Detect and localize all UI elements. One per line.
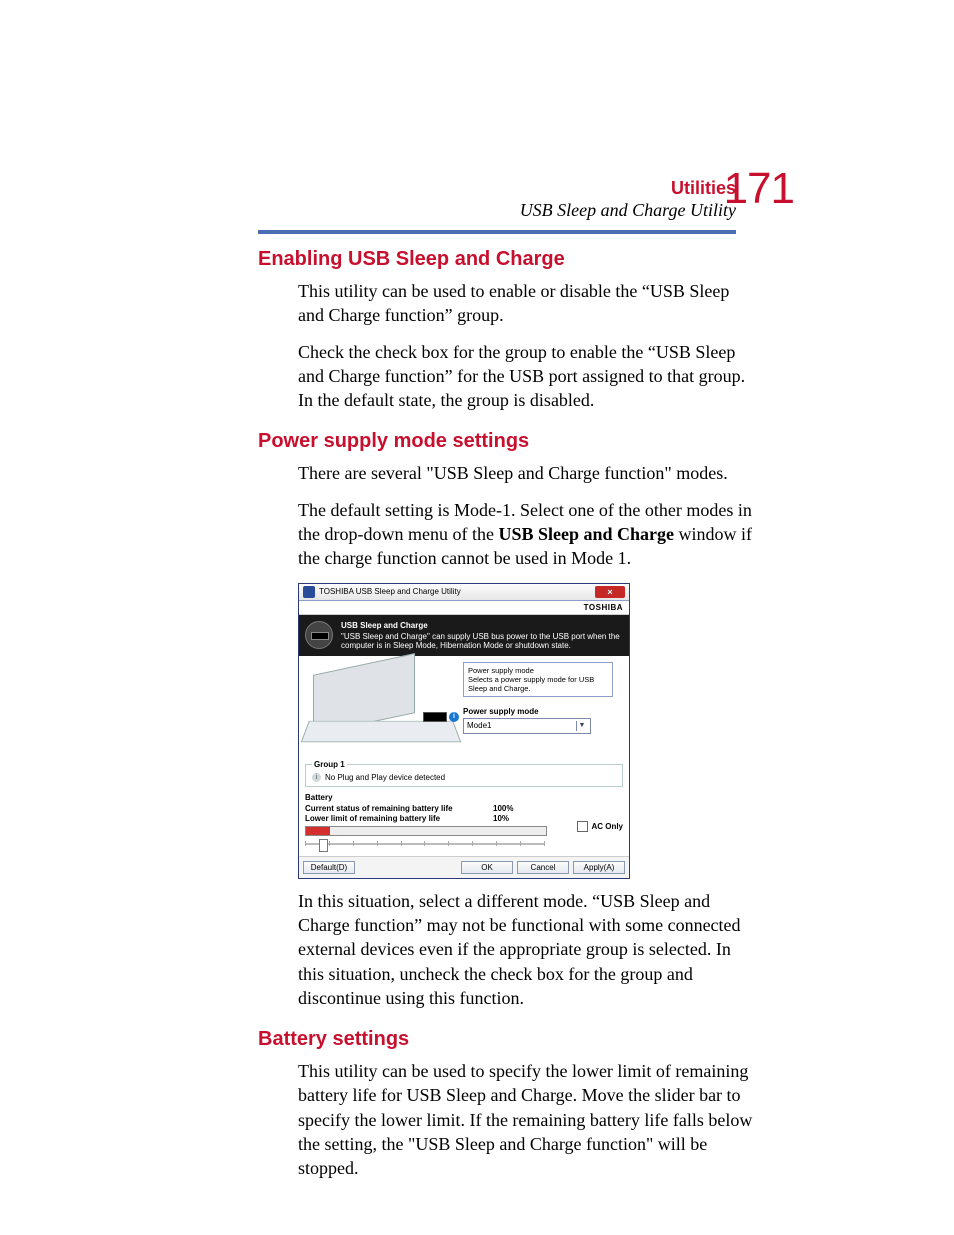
para-s2-after: In this situation, select a different mo…: [298, 889, 754, 1010]
info-icon: i: [449, 712, 459, 722]
chevron-down-icon: ▼: [576, 721, 587, 731]
default-button[interactable]: Default(D): [303, 861, 355, 874]
app-icon: [303, 586, 315, 598]
desc-title: USB Sleep and Charge: [341, 621, 623, 630]
apply-button[interactable]: Apply(A): [573, 861, 625, 874]
brand-label: TOSHIBA: [299, 601, 629, 615]
tooltip-title: Power supply mode: [468, 666, 534, 675]
battery-heading: Battery: [305, 793, 623, 802]
running-header: Utilities USB Sleep and Charge Utility: [520, 178, 736, 221]
para-s2-1: There are several "USB Sleep and Charge …: [298, 461, 754, 485]
kv1-value: 100%: [493, 804, 513, 813]
battery-bar: [305, 826, 547, 836]
info-small-icon: i: [312, 773, 321, 782]
group1-message: No Plug and Play device detected: [325, 773, 445, 782]
utility-window: TOSHIBA USB Sleep and Charge Utility × T…: [298, 583, 630, 879]
kv2-label: Lower limit of remaining battery life: [305, 814, 485, 823]
header-category: Utilities: [520, 178, 736, 200]
checkbox-icon[interactable]: [577, 821, 588, 832]
para-s1-1: This utility can be used to enable or di…: [298, 279, 754, 328]
group1-fieldset: Group 1 i No Plug and Play device detect…: [305, 760, 623, 787]
header-rule: [258, 230, 736, 234]
psm-dropdown[interactable]: Mode1 ▼: [463, 718, 591, 734]
para-s3-1: This utility can be used to specify the …: [298, 1059, 754, 1180]
ok-button[interactable]: OK: [461, 861, 513, 874]
laptop-illustration: i: [305, 662, 455, 752]
heading-psm: Power supply mode settings: [258, 430, 754, 453]
psm-value: Mode1: [467, 721, 491, 730]
group1-legend: Group 1: [312, 760, 347, 769]
heading-enabling: Enabling USB Sleep and Charge: [258, 248, 754, 271]
window-title: TOSHIBA USB Sleep and Charge Utility: [319, 587, 461, 596]
tooltip: Power supply mode Selects a power supply…: [463, 662, 613, 697]
main-panel: i Power supply mode Selects a power supp…: [299, 656, 629, 856]
desc-body: "USB Sleep and Charge" can supply USB bu…: [341, 632, 623, 650]
para-s2-2: The default setting is Mode-1. Select on…: [298, 498, 754, 571]
usb-port-icon: [423, 712, 447, 722]
ac-only-checkbox[interactable]: AC Only: [577, 821, 623, 832]
kv2-value: 10%: [493, 814, 509, 823]
cancel-button[interactable]: Cancel: [517, 861, 569, 874]
close-icon[interactable]: ×: [595, 586, 625, 598]
button-row: Default(D) OK Cancel Apply(A): [299, 856, 629, 878]
window-titlebar[interactable]: TOSHIBA USB Sleep and Charge Utility ×: [299, 584, 629, 601]
header-subtitle: USB Sleep and Charge Utility: [520, 200, 736, 222]
description-band: USB Sleep and Charge "USB Sleep and Char…: [299, 615, 629, 656]
psm-label: Power supply mode: [463, 707, 613, 716]
body-content: Enabling USB Sleep and Charge This utili…: [258, 248, 754, 1181]
heading-battery: Battery settings: [258, 1028, 754, 1051]
battery-slider[interactable]: [305, 838, 545, 850]
para-s1-2: Check the check box for the group to ena…: [298, 340, 754, 413]
slider-thumb[interactable]: [319, 839, 328, 852]
para-s2-2b: USB Sleep and Charge: [498, 524, 674, 544]
usb-icon: [305, 621, 333, 649]
tooltip-body: Selects a power supply mode for USB Slee…: [468, 675, 594, 693]
kv1-label: Current status of remaining battery life: [305, 804, 485, 813]
ac-only-label: AC Only: [591, 822, 623, 831]
